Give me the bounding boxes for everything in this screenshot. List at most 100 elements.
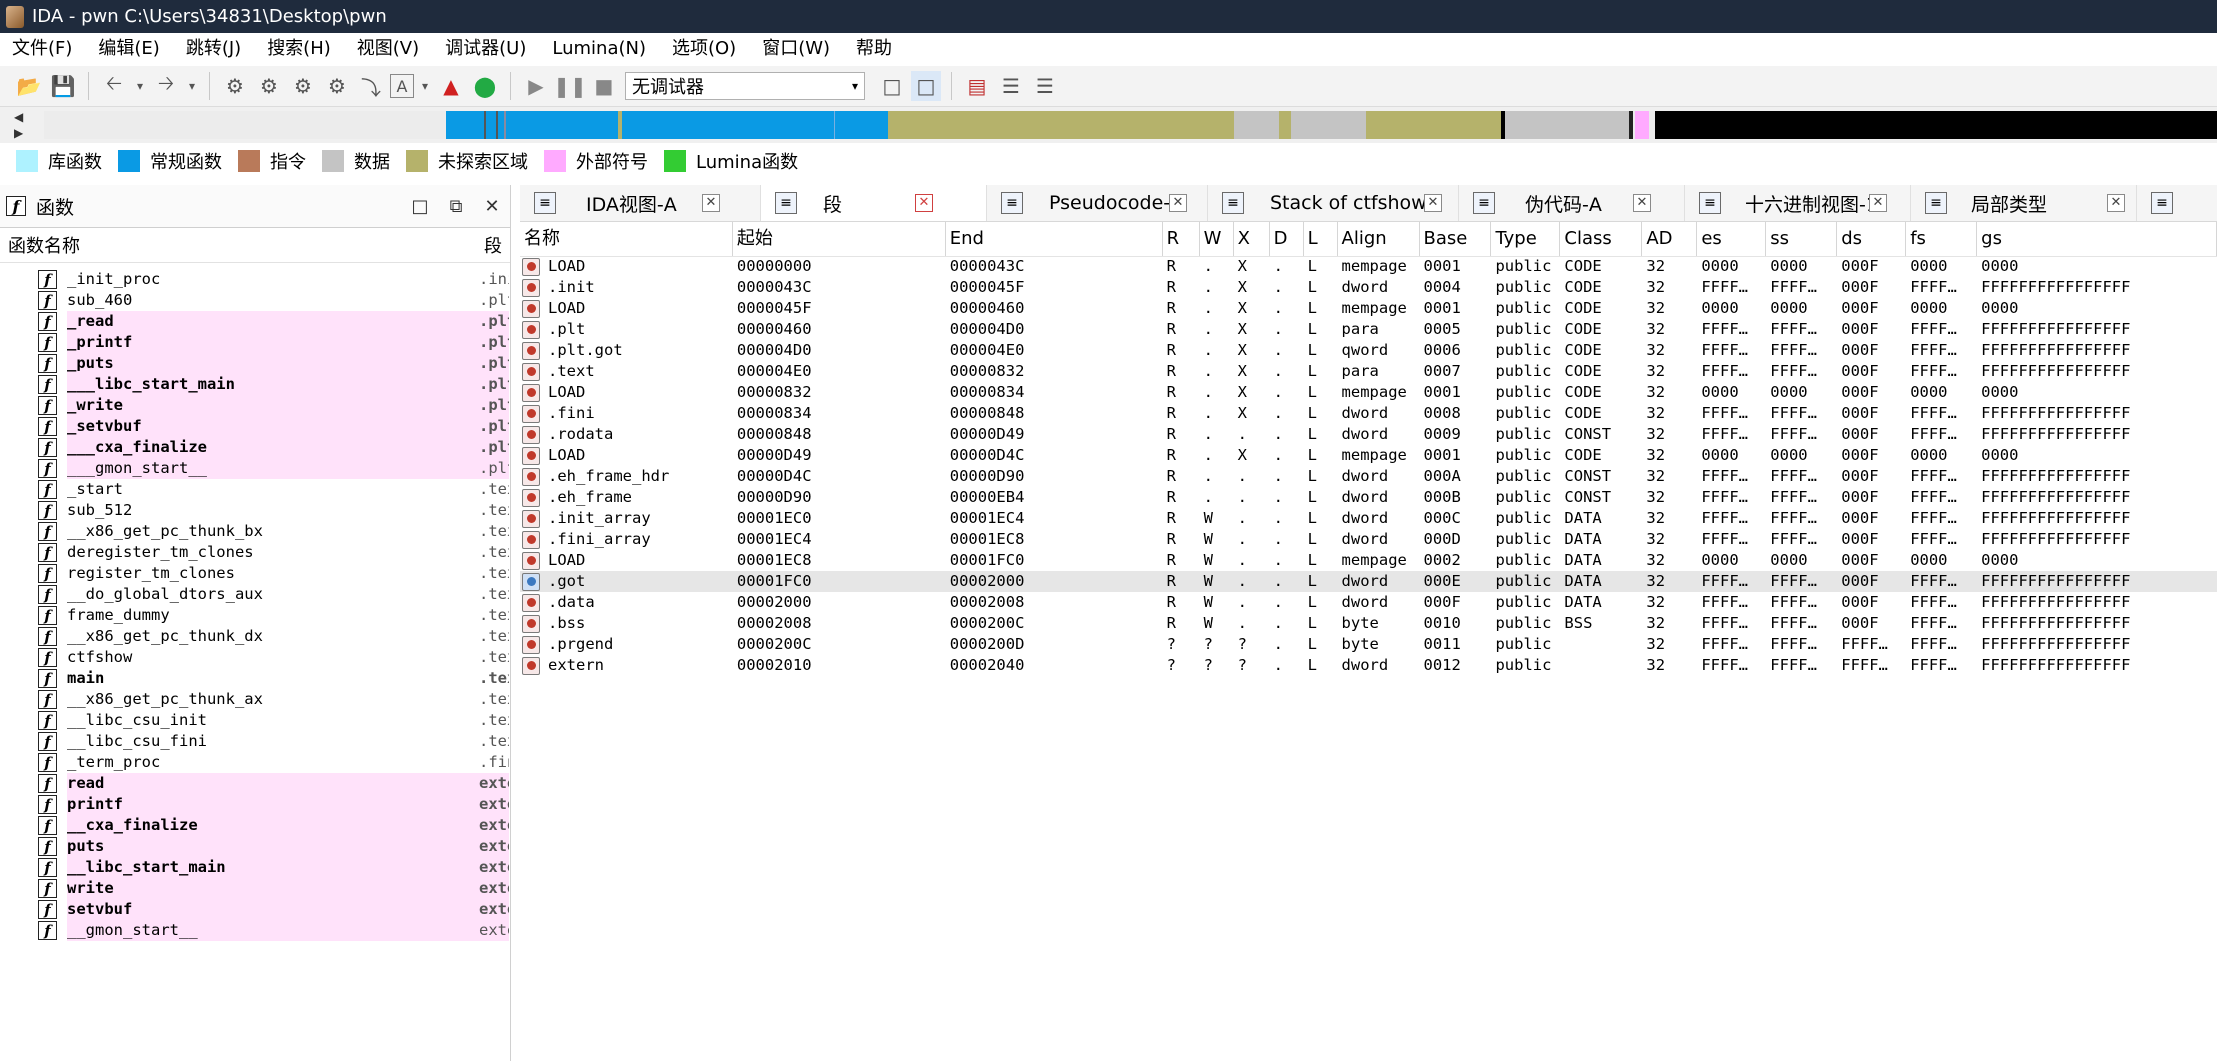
close-icon[interactable]: ✕: [474, 196, 510, 217]
chevron-down-icon[interactable]: ▾: [133, 71, 147, 101]
function-row[interactable]: f frame_dummy .text: [0, 605, 510, 626]
function-row[interactable]: f ___gmon_start__.plt: [0, 458, 510, 479]
segment-row[interactable]: .text 000004E0 00000832 R. X. Lpara 0007 public…: [520, 361, 2217, 382]
segments-column-header-cell[interactable]: Class: [1560, 222, 1643, 256]
function-row[interactable]: f _printf.plt: [0, 332, 510, 353]
function-row[interactable]: f __x86_get_pc_thunk_dx .text: [0, 626, 510, 647]
segments-icon[interactable]: ▤: [962, 71, 992, 101]
save-icon[interactable]: 💾: [48, 71, 78, 101]
text-search-icon[interactable]: ⚙: [254, 71, 284, 101]
segments-column-header-cell[interactable]: fs: [1906, 222, 1978, 256]
function-row[interactable]: f __libc_csu_fini .text: [0, 731, 510, 752]
function-row[interactable]: f setvbufextern: [0, 899, 510, 920]
segments-column-header-cell[interactable]: R: [1163, 222, 1200, 256]
segments-column-header-cell[interactable]: 起始: [733, 222, 946, 256]
tab[interactable]: ≡导: [2137, 185, 2217, 221]
breakpoint-icon[interactable]: □: [877, 71, 907, 101]
pause-icon[interactable]: ❚❚: [553, 71, 587, 101]
menu-item[interactable]: Lumina(N): [539, 33, 659, 65]
segment-row[interactable]: LOAD 00000000 0000043C R. X. Lmempage 0001 publ…: [520, 256, 2217, 277]
segments-column-header-cell[interactable]: End: [946, 222, 1163, 256]
forward-icon[interactable]: 🡢: [151, 71, 181, 101]
function-row[interactable]: f sub_460 .plt: [0, 290, 510, 311]
segments-column-header-cell[interactable]: X: [1234, 222, 1270, 256]
segment-row[interactable]: LOAD 00001EC8 00001FC0 R W.. Lmempage 0002 publ…: [520, 550, 2217, 571]
restore-icon[interactable]: ⧉: [438, 196, 474, 217]
menu-item[interactable]: 帮助: [843, 33, 905, 65]
function-row[interactable]: f __x86_get_pc_thunk_ax .text: [0, 689, 510, 710]
nav-arrows-icon[interactable]: ◀ ▶: [14, 109, 34, 143]
function-row[interactable]: f sub_512 .text: [0, 500, 510, 521]
tab[interactable]: ≡ IDA视图-A ✕: [520, 185, 761, 221]
run-icon[interactable]: ▶: [521, 71, 551, 101]
function-row[interactable]: f __libc_start_mainextern: [0, 857, 510, 878]
menu-item[interactable]: 搜索(H): [254, 33, 344, 65]
function-row[interactable]: f ctfshow .text: [0, 647, 510, 668]
function-row[interactable]: fwriteextern: [0, 878, 510, 899]
segment-row[interactable]: .plt 00000460 000004D0 R. X. Lpara 0005 public C…: [520, 319, 2217, 340]
maximize-icon[interactable]: □: [402, 196, 438, 217]
function-row[interactable]: f __libc_csu_init .text: [0, 710, 510, 731]
segment-row[interactable]: .plt.got 000004D0 000004E0 R. X. Lqword 0006 pu…: [520, 340, 2217, 361]
close-tab-icon[interactable]: ✕: [702, 194, 720, 212]
segments-column-header-cell[interactable]: Align: [1338, 222, 1420, 256]
binary-search-icon[interactable]: ⚙: [288, 71, 318, 101]
segments-column-header-cell[interactable]: es: [1697, 222, 1767, 256]
chevron-down-icon[interactable]: ▾: [185, 71, 199, 101]
menu-item[interactable]: 文件(F): [0, 33, 85, 65]
chevron-down-icon[interactable]: ▾: [418, 71, 432, 101]
close-tab-icon[interactable]: ✕: [1169, 194, 1187, 212]
tab[interactable]: ≡ 段 ✕: [761, 185, 987, 221]
function-row[interactable]: f _term_proc .fini: [0, 752, 510, 773]
segment-row[interactable]: .bss 00002008 0000200C R W.. Lbyte 0010 public B…: [520, 613, 2217, 634]
segments-column-header-cell[interactable]: L: [1304, 222, 1338, 256]
segments-column-header-cell[interactable]: W: [1200, 222, 1234, 256]
close-tab-icon[interactable]: ✕: [1869, 194, 1887, 212]
segment-row[interactable]: .data 00002000 00002008 R W.. Ldword 000F publi…: [520, 592, 2217, 613]
function-row[interactable]: f _start .text: [0, 479, 510, 500]
function-row[interactable]: f _setvbuf.plt: [0, 416, 510, 437]
function-row[interactable]: f ___cxa_finalize.plt: [0, 437, 510, 458]
segment-row[interactable]: LOAD 00000832 00000834 R. X. Lmempage 0001 publ…: [520, 382, 2217, 403]
close-tab-icon[interactable]: ✕: [2107, 194, 2125, 212]
function-row[interactable]: f __x86_get_pc_thunk_bx .text: [0, 521, 510, 542]
function-row[interactable]: f __do_global_dtors_aux .text: [0, 584, 510, 605]
graph-icon[interactable]: ⚙: [322, 71, 352, 101]
function-row[interactable]: freadextern: [0, 773, 510, 794]
tab[interactable]: ≡ 十六进制视图-1 ✕: [1685, 185, 1911, 221]
menu-item[interactable]: 调试器(U): [432, 33, 539, 65]
function-row[interactable]: f deregister_tm_clones .text: [0, 542, 510, 563]
segment-row[interactable]: .init 0000043C 0000045F R. X. Ldword 0004 publi…: [520, 277, 2217, 298]
segments-column-header-cell[interactable]: Type: [1491, 222, 1561, 256]
function-row[interactable]: f __cxa_finalizeextern: [0, 815, 510, 836]
function-row[interactable]: f _read.plt: [0, 311, 510, 332]
lumina-icon[interactable]: ⬤: [470, 71, 500, 101]
function-row[interactable]: f register_tm_clones .text: [0, 563, 510, 584]
segment-row[interactable]: .eh_frame 00000D90 00000EB4 R... Ldword 000B p…: [520, 487, 2217, 508]
segments-column-header-cell[interactable]: ds: [1837, 222, 1907, 256]
list-icon[interactable]: ☰: [1030, 71, 1060, 101]
debugger-select[interactable]: 无调试器 ▾: [625, 72, 865, 100]
column-segment[interactable]: 段: [484, 232, 502, 258]
step-icon[interactable]: ⤵: [356, 71, 386, 101]
tab[interactable]: ≡ 伪代码-A ✕: [1459, 185, 1685, 221]
function-row[interactable]: f ___libc_start_main.plt: [0, 374, 510, 395]
function-row[interactable]: fmain .text: [0, 668, 510, 689]
function-row[interactable]: f _puts.plt: [0, 353, 510, 374]
segment-row[interactable]: .prgend 0000200C 0000200D???. Lbyte 0011 publ…: [520, 634, 2217, 655]
column-function-name[interactable]: 函数名称: [8, 232, 484, 258]
segments-column-header-cell[interactable]: gs: [1977, 222, 2217, 256]
segment-row[interactable]: .init_array 00001EC0 00001EC4 R W.. Ldword 000…: [520, 508, 2217, 529]
segments-column-header-cell[interactable]: 名称: [520, 222, 733, 256]
search-icon[interactable]: ⚙: [220, 71, 250, 101]
segment-row[interactable]: LOAD 0000045F 00000460 R. X. Lmempage 0001 publ…: [520, 298, 2217, 319]
segment-row[interactable]: extern 00002010 00002040???. Ldword 0012 publ…: [520, 655, 2217, 676]
segment-row[interactable]: LOAD 00000D49 00000D4C R. X. Lmempage 0001 publ…: [520, 445, 2217, 466]
function-row[interactable]: fprintfextern: [0, 794, 510, 815]
function-row[interactable]: f __gmon_start__extern: [0, 920, 510, 941]
navigation-band[interactable]: ◀ ▶: [0, 107, 2217, 143]
menu-item[interactable]: 视图(V): [344, 33, 432, 65]
tab[interactable]: ≡ Stack of ctfshow ✕: [1208, 185, 1459, 221]
color-icon[interactable]: ▲: [436, 71, 466, 101]
segment-row[interactable]: .eh_frame_hdr 00000D4C 00000D90 R... Ldword 0…: [520, 466, 2217, 487]
